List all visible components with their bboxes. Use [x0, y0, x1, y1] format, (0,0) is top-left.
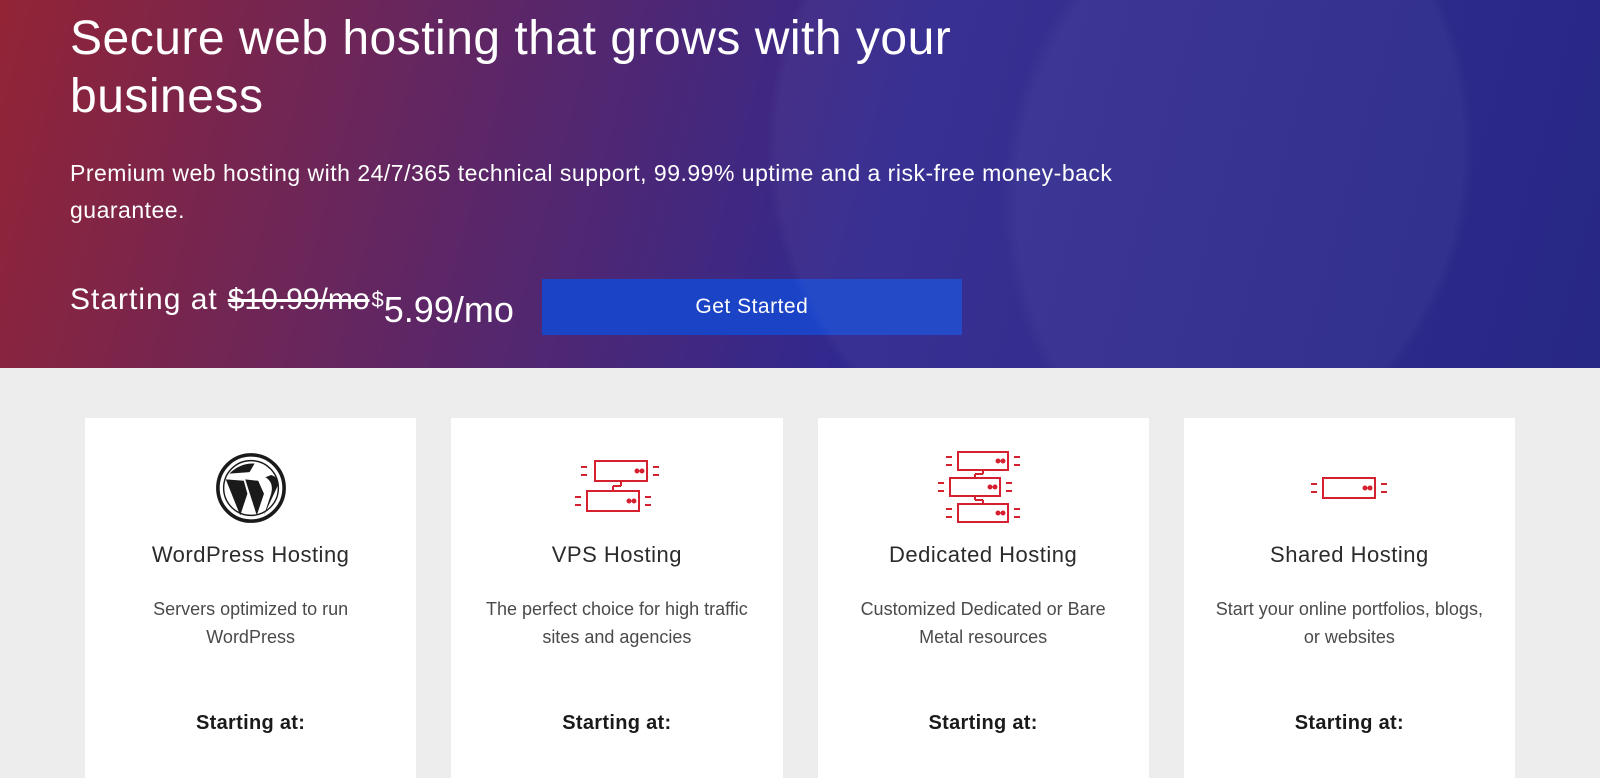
- plan-title: Dedicated Hosting: [842, 542, 1125, 568]
- plan-starting-label: Starting at:: [1208, 712, 1491, 735]
- shared-server-icon: [1208, 448, 1491, 528]
- plan-card-dedicated[interactable]: Dedicated Hosting Customized Dedicated o…: [818, 418, 1149, 778]
- starting-at-label: Starting at: [70, 283, 218, 317]
- hero-price: Starting at $10.99/mo $ 5.99/mo: [70, 283, 514, 331]
- new-price: 5.99/mo: [384, 289, 514, 331]
- plan-desc: Start your online portfolios, blogs, or …: [1208, 596, 1491, 652]
- vps-server-icon: [475, 448, 758, 528]
- hero-section: Secure web hosting that grows with your …: [0, 0, 1600, 368]
- hero-title: Secure web hosting that grows with your …: [70, 0, 1070, 125]
- plans-section: WordPress Hosting Servers optimized to r…: [0, 368, 1600, 778]
- plan-card-shared[interactable]: Shared Hosting Start your online portfol…: [1184, 418, 1515, 778]
- plan-title: Shared Hosting: [1208, 542, 1491, 568]
- plan-desc: The perfect choice for high traffic site…: [475, 596, 758, 652]
- plan-card-vps[interactable]: VPS Hosting The perfect choice for high …: [451, 418, 782, 778]
- currency-symbol: $: [372, 287, 384, 313]
- plan-title: VPS Hosting: [475, 542, 758, 568]
- plan-title: WordPress Hosting: [109, 542, 392, 568]
- plan-starting-label: Starting at:: [475, 712, 758, 735]
- old-price: $10.99/mo: [228, 283, 370, 317]
- plan-card-wordpress[interactable]: WordPress Hosting Servers optimized to r…: [85, 418, 416, 778]
- hero-subtitle: Premium web hosting with 24/7/365 techni…: [70, 155, 1120, 229]
- wordpress-icon: [109, 448, 392, 528]
- plan-desc: Servers optimized to run WordPress: [109, 596, 392, 652]
- dedicated-server-icon: [842, 448, 1125, 528]
- plan-starting-label: Starting at:: [109, 712, 392, 735]
- get-started-button[interactable]: Get Started: [542, 279, 962, 335]
- plan-starting-label: Starting at:: [842, 712, 1125, 735]
- hero-price-row: Starting at $10.99/mo $ 5.99/mo Get Star…: [70, 279, 1530, 335]
- plan-desc: Customized Dedicated or Bare Metal resou…: [842, 596, 1125, 652]
